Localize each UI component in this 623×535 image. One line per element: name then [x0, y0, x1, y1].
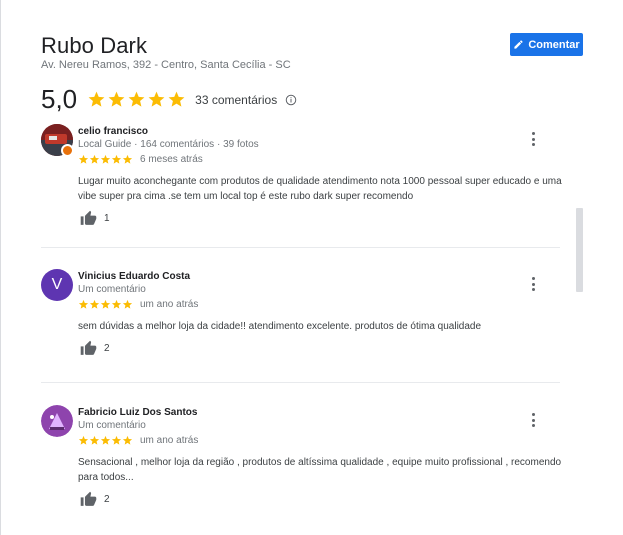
star-icon: [78, 435, 89, 445]
more-options-icon[interactable]: [531, 413, 535, 427]
star-icon: [78, 299, 89, 309]
star-icon: [111, 435, 122, 445]
star-icon: [100, 154, 111, 164]
review-rating: 6 meses atrás: [78, 154, 203, 165]
review-divider: [41, 247, 560, 248]
star-icon: [122, 299, 133, 309]
star-icon: [108, 91, 125, 107]
thumbs-up-icon: [80, 491, 97, 506]
review-time: um ano atrás: [140, 299, 199, 310]
thumbs-up-icon: [80, 340, 97, 355]
like-count: 1: [104, 213, 110, 224]
local-guide-badge: [61, 144, 74, 157]
reviewer-meta: Um comentário: [78, 284, 146, 295]
panel-border: [0, 0, 1, 535]
review-divider: [41, 382, 560, 383]
star-icon: [89, 299, 100, 309]
star-icon: [111, 299, 122, 309]
reviewer-meta: Um comentário: [78, 420, 146, 431]
like-button[interactable]: 1: [80, 210, 110, 227]
scrollbar-thumb[interactable]: [576, 208, 583, 292]
rating-stars: [87, 90, 186, 109]
review-text: Sensacional , melhor loja da região , pr…: [78, 457, 562, 483]
star-icon: [111, 154, 122, 164]
rating-value: 5,0: [41, 84, 78, 114]
reviewer-meta: Local Guide · 164 comentários · 39 fotos: [78, 139, 259, 150]
review-text: Lugar muito aconchegante com produtos de…: [78, 176, 562, 202]
review-time: 6 meses atrás: [140, 154, 203, 165]
rating-summary: 5,0 33 comentários: [41, 84, 297, 115]
review-stars: [78, 435, 133, 446]
star-icon: [100, 299, 111, 309]
comment-button[interactable]: Comentar: [510, 33, 583, 56]
more-options-icon[interactable]: [531, 277, 535, 291]
reviewer-name[interactable]: Vinicius Eduardo Costa: [78, 271, 190, 282]
star-icon: [168, 91, 185, 107]
pencil-icon: [514, 40, 523, 49]
comment-button-label: Comentar: [528, 38, 580, 51]
review-count[interactable]: 33 comentários: [195, 93, 277, 107]
star-icon: [122, 435, 133, 445]
star-icon: [148, 91, 165, 107]
avatar-letter: V: [51, 276, 63, 293]
star-icon: [100, 435, 111, 445]
place-title: Rubo Dark: [41, 33, 148, 58]
reviewer-name[interactable]: Fabricio Luiz Dos Santos: [78, 407, 197, 418]
place-address: Av. Nereu Ramos, 392 - Centro, Santa Cec…: [41, 59, 291, 71]
star-icon: [122, 154, 133, 164]
like-button[interactable]: 2: [80, 340, 110, 357]
review-stars: [78, 299, 133, 310]
thumbs-up-icon: [80, 210, 97, 225]
place-header: Rubo Dark Av. Nereu Ramos, 392 - Centro,…: [41, 33, 586, 71]
star-icon: [78, 154, 89, 164]
review-text: sem dúvidas a melhor loja da cidade!! at…: [78, 321, 482, 332]
review-rating: um ano atrás: [78, 435, 198, 446]
info-icon[interactable]: [285, 94, 297, 106]
like-button[interactable]: 2: [80, 491, 110, 508]
review-time: um ano atrás: [140, 435, 199, 446]
star-icon: [89, 154, 100, 164]
more-options-icon[interactable]: [531, 132, 535, 146]
avatar[interactable]: V: [41, 269, 73, 301]
like-count: 2: [104, 343, 110, 354]
profile-illustration: [41, 405, 73, 437]
star-icon: [88, 91, 105, 107]
like-count: 2: [104, 494, 110, 505]
reviewer-name[interactable]: celio francisco: [78, 126, 148, 137]
star-icon: [89, 435, 100, 445]
star-icon: [128, 91, 145, 107]
review-stars: [78, 154, 133, 165]
avatar[interactable]: [41, 405, 73, 437]
review-rating: um ano atrás: [78, 299, 198, 310]
